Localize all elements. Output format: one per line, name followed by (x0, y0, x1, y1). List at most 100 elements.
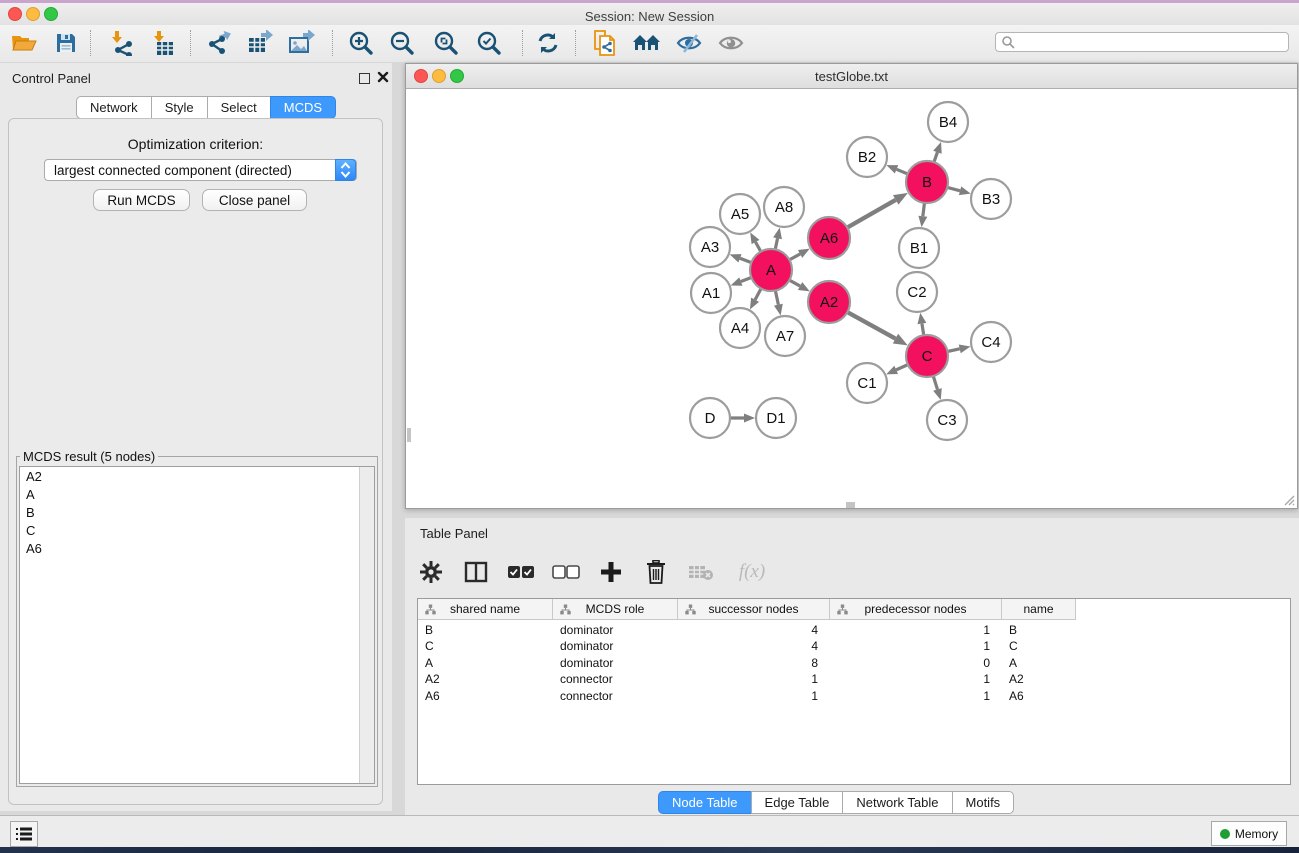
table-tab-node-table[interactable]: Node Table (658, 791, 752, 814)
table-cell: 0 (830, 655, 1002, 671)
home-networks-icon[interactable] (631, 28, 663, 58)
mcds-result-list[interactable]: A2ABCA6 (19, 466, 375, 784)
table-cell: 1 (830, 688, 1002, 704)
mcds-result-group: MCDS result (5 nodes) A2ABCA6 (16, 449, 378, 787)
table-row-A2[interactable]: A2connector11A2 (418, 671, 1076, 687)
import-network-icon[interactable] (106, 28, 138, 58)
graph-node-label: B4 (939, 114, 957, 131)
export-network-icon[interactable] (204, 28, 236, 58)
export-image-icon[interactable] (286, 28, 318, 58)
create-column-plus-icon[interactable] (597, 558, 625, 586)
table-cell: B (418, 622, 553, 638)
graph-edge-arrowhead (893, 334, 908, 346)
table-tab-network-table[interactable]: Network Table (842, 791, 952, 814)
graph-node-label: C4 (981, 334, 1000, 351)
float-panel-icon[interactable] (359, 73, 370, 84)
graph-node-label: C1 (857, 375, 876, 392)
column-header-label: name (1023, 602, 1053, 616)
graph-edge-arrowhead (886, 366, 898, 375)
horizontal-scroll-thumb[interactable] (846, 502, 855, 508)
column-header-name[interactable]: name (1002, 599, 1076, 620)
dropdown-stepper-icon (335, 159, 356, 181)
unselect-all-columns-icon[interactable] (552, 558, 580, 586)
table-settings-gear-icon[interactable] (417, 558, 445, 586)
graph-edge-arrowhead (893, 193, 908, 205)
table-row-C[interactable]: Cdominator41C (418, 638, 1076, 654)
graph-edge-arrowhead (744, 414, 755, 423)
resize-grip-icon[interactable] (1282, 493, 1295, 506)
table-cell: connector (553, 671, 678, 687)
run-mcds-button[interactable]: Run MCDS (93, 189, 190, 211)
search-input[interactable] (1015, 34, 1279, 50)
memory-status-button[interactable]: Memory (1211, 821, 1287, 846)
table-cell: dominator (553, 622, 678, 638)
graph-edge-arrowhead (886, 165, 898, 173)
graph-node-label: A1 (702, 285, 720, 302)
mcds-result-item[interactable]: C (20, 521, 374, 539)
table-cell: A6 (1002, 688, 1076, 704)
table-cell: 8 (678, 655, 830, 671)
graph-edge-arrowhead (933, 388, 942, 400)
export-table-icon[interactable] (244, 28, 276, 58)
delete-table-icon[interactable] (687, 558, 715, 586)
table-tab-edge-table[interactable]: Edge Table (751, 791, 844, 814)
delete-column-trash-icon[interactable] (642, 558, 670, 586)
hide-eye-icon[interactable] (674, 28, 706, 58)
main-titlebar[interactable]: Session: New Session (0, 3, 1299, 25)
save-session-icon[interactable] (50, 28, 82, 58)
function-builder-icon[interactable]: f(x) (732, 558, 772, 586)
close-panel-button[interactable]: Close panel (202, 189, 307, 211)
column-header-MCDS-role[interactable]: MCDS role (553, 599, 678, 620)
import-table-icon[interactable] (148, 28, 180, 58)
table-row-A[interactable]: Adominator80A (418, 655, 1076, 671)
table-cell: 1 (678, 688, 830, 704)
close-panel-icon[interactable] (377, 71, 389, 83)
mcds-result-item[interactable]: A (20, 485, 374, 503)
mcds-result-item[interactable]: B (20, 503, 374, 521)
zoom-out-icon[interactable] (386, 28, 418, 58)
zoom-fit-icon[interactable] (430, 28, 462, 58)
table-cell: A (1002, 655, 1076, 671)
zoom-selected-icon[interactable] (473, 28, 505, 58)
column-header-label: successor nodes (708, 602, 798, 616)
column-header-label: shared name (450, 602, 520, 616)
tab-network[interactable]: Network (76, 96, 152, 119)
tab-mcds[interactable]: MCDS (270, 96, 336, 119)
table-cell: A2 (1002, 671, 1076, 687)
result-list-scrollbar[interactable] (359, 467, 374, 783)
table-cell: 1 (830, 638, 1002, 654)
mcds-result-item[interactable]: A6 (20, 539, 374, 557)
table-row-B[interactable]: Bdominator41B (418, 622, 1076, 638)
graph-node-label: B (922, 174, 932, 191)
network-graph[interactable]: B4B2BB3A8A5A6A3B1AC2A1A2A4A7C4CC1DD1C3 (406, 89, 1297, 508)
select-all-columns-icon[interactable] (507, 558, 535, 586)
desktop-wallpaper (0, 847, 1299, 853)
criterion-selected-value: largest connected component (directed) (54, 163, 292, 178)
refresh-icon[interactable] (532, 28, 564, 58)
node-table[interactable]: shared name MCDS role successor nodes prede… (417, 598, 1291, 785)
task-history-list-icon[interactable] (10, 821, 38, 847)
optimization-criterion-label: Optimization criterion: (9, 136, 382, 152)
column-header-predecessor-nodes[interactable]: predecessor nodes (830, 599, 1002, 620)
table-row-A6[interactable]: A6connector11A6 (418, 688, 1076, 704)
tab-style[interactable]: Style (151, 96, 208, 119)
column-header-shared-name[interactable]: shared name (418, 599, 553, 620)
graph-edge-arrowhead (773, 228, 782, 240)
zoom-in-icon[interactable] (345, 28, 377, 58)
graph-node-label: A3 (701, 239, 719, 256)
show-eye-icon[interactable] (716, 28, 748, 58)
open-session-icon[interactable] (8, 28, 40, 58)
criterion-dropdown[interactable]: largest connected component (directed) (44, 159, 357, 181)
graph-node-label: B1 (910, 240, 928, 257)
column-header-successor-nodes[interactable]: successor nodes (678, 599, 830, 620)
duplicate-network-icon[interactable] (589, 28, 621, 58)
memory-status-dot-icon (1220, 829, 1230, 839)
network-window-titlebar[interactable]: testGlobe.txt (406, 64, 1297, 89)
search-field[interactable] (995, 32, 1289, 52)
toggle-panel-columns-icon[interactable] (462, 558, 490, 586)
tab-select[interactable]: Select (207, 96, 271, 119)
mcds-result-item[interactable]: A2 (20, 467, 374, 485)
table-cell: B (1002, 622, 1076, 638)
vertical-scroll-thumb[interactable] (407, 428, 411, 442)
table-tab-motifs[interactable]: Motifs (952, 791, 1015, 814)
